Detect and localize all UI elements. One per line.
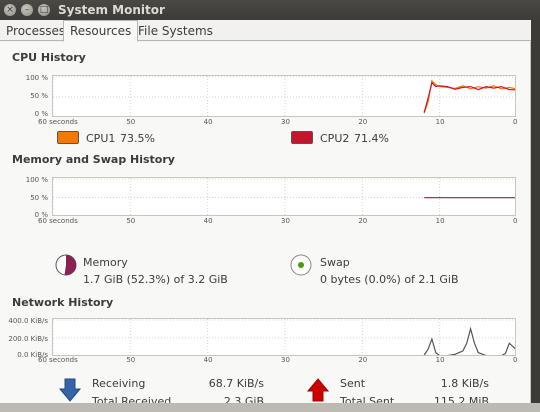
cpu-y-tick-50: 50 % [30, 92, 48, 100]
x-tick-label: 0 [513, 217, 518, 225]
maximize-icon: □ [39, 5, 49, 15]
tab-resources[interactable]: Resources [63, 20, 139, 42]
receiving-rate: 68.7 KiB/s [208, 377, 264, 390]
network-history-graph [52, 318, 516, 356]
x-tick-label: 30 [281, 118, 290, 126]
x-tick-label: 10 [435, 118, 445, 126]
system-monitor-window: Processes Resources File Systems CPU His… [0, 20, 531, 408]
sent-rate: 1.8 KiB/s [440, 377, 489, 390]
x-tick-label: 0 [513, 118, 518, 126]
cpu2-color-swatch[interactable] [291, 131, 313, 144]
x-tick-label: 20 [358, 217, 368, 225]
window-title: System Monitor [58, 3, 165, 17]
x-tick-label: 50 [126, 217, 136, 225]
cpu-chart-svg [53, 76, 515, 116]
x-tick-label: 60 seconds [38, 356, 78, 364]
sent-arrow-icon[interactable] [307, 378, 329, 402]
x-tick-label: 30 [281, 356, 290, 364]
x-tick-label: 40 [203, 217, 213, 225]
cpu-history-graph [52, 75, 516, 117]
memory-history-graph [52, 177, 516, 216]
x-tick-label: 40 [203, 356, 213, 364]
memory-pie-icon[interactable] [55, 254, 77, 276]
x-tick-label: 20 [358, 118, 368, 126]
swap-detail: 0 bytes (0.0%) of 2.1 GiB [320, 273, 459, 286]
x-tick-label: 0 [513, 356, 518, 364]
cpu2-value: 71.4% [354, 132, 389, 145]
minimize-icon: – [24, 5, 30, 15]
x-tick-label: 40 [203, 118, 213, 126]
x-tick-label: 60 seconds [38, 217, 78, 225]
net-y-tick-200: 200.0 KiB/s [8, 335, 48, 343]
tab-processes[interactable]: Processes [0, 21, 71, 41]
network-history-title: Network History [12, 296, 114, 309]
close-icon: × [6, 5, 14, 15]
net-y-tick-400: 400.0 KiB/s [8, 317, 48, 325]
mem-y-tick-100: 100 % [25, 176, 48, 184]
memory-chart-svg [53, 178, 515, 215]
receiving-label: Receiving [92, 377, 146, 390]
memory-detail: 1.7 GiB (52.3%) of 3.2 GiB [83, 273, 228, 286]
maximize-button[interactable]: □ [38, 4, 50, 16]
receiving-series-line [423, 326, 515, 355]
swap-label: Swap [320, 256, 350, 269]
title-bar: × – □ System Monitor [0, 0, 540, 20]
memory-swap-history-title: Memory and Swap History [12, 153, 175, 166]
cpu1-color-swatch[interactable] [57, 131, 79, 144]
network-chart-svg [53, 319, 515, 355]
cpu-y-tick-0: 0 % [34, 110, 48, 118]
close-button[interactable]: × [4, 4, 16, 16]
cpu2-label: CPU2 [320, 132, 350, 145]
x-tick-label: 50 [126, 356, 136, 364]
mem-y-tick-50: 50 % [30, 194, 48, 202]
x-tick-label: 10 [435, 217, 445, 225]
minimize-button[interactable]: – [21, 4, 33, 16]
memory-label: Memory [83, 256, 128, 269]
x-tick-label: 10 [435, 356, 445, 364]
cpu1-label: CPU1 [86, 132, 116, 145]
taskbar-strip [0, 403, 540, 412]
x-tick-label: 20 [358, 356, 368, 364]
tab-file-systems[interactable]: File Systems [132, 21, 219, 41]
tab-bar: Processes Resources File Systems [0, 20, 531, 42]
cpu1-value: 73.5% [120, 132, 155, 145]
cpu-y-tick-100: 100 % [25, 74, 48, 82]
resources-panel: CPU History 100 % 50 % 0 % CPU1 73.5% CP… [0, 42, 531, 408]
x-tick-label: 60 seconds [38, 118, 78, 126]
receiving-arrow-icon[interactable] [59, 378, 81, 402]
cpu-history-title: CPU History [12, 51, 86, 64]
x-tick-label: 50 [126, 118, 136, 126]
swap-pie-icon[interactable] [290, 254, 312, 276]
x-tick-label: 30 [281, 217, 290, 225]
cpu2-series-line [423, 81, 515, 113]
sent-label: Sent [340, 377, 366, 390]
